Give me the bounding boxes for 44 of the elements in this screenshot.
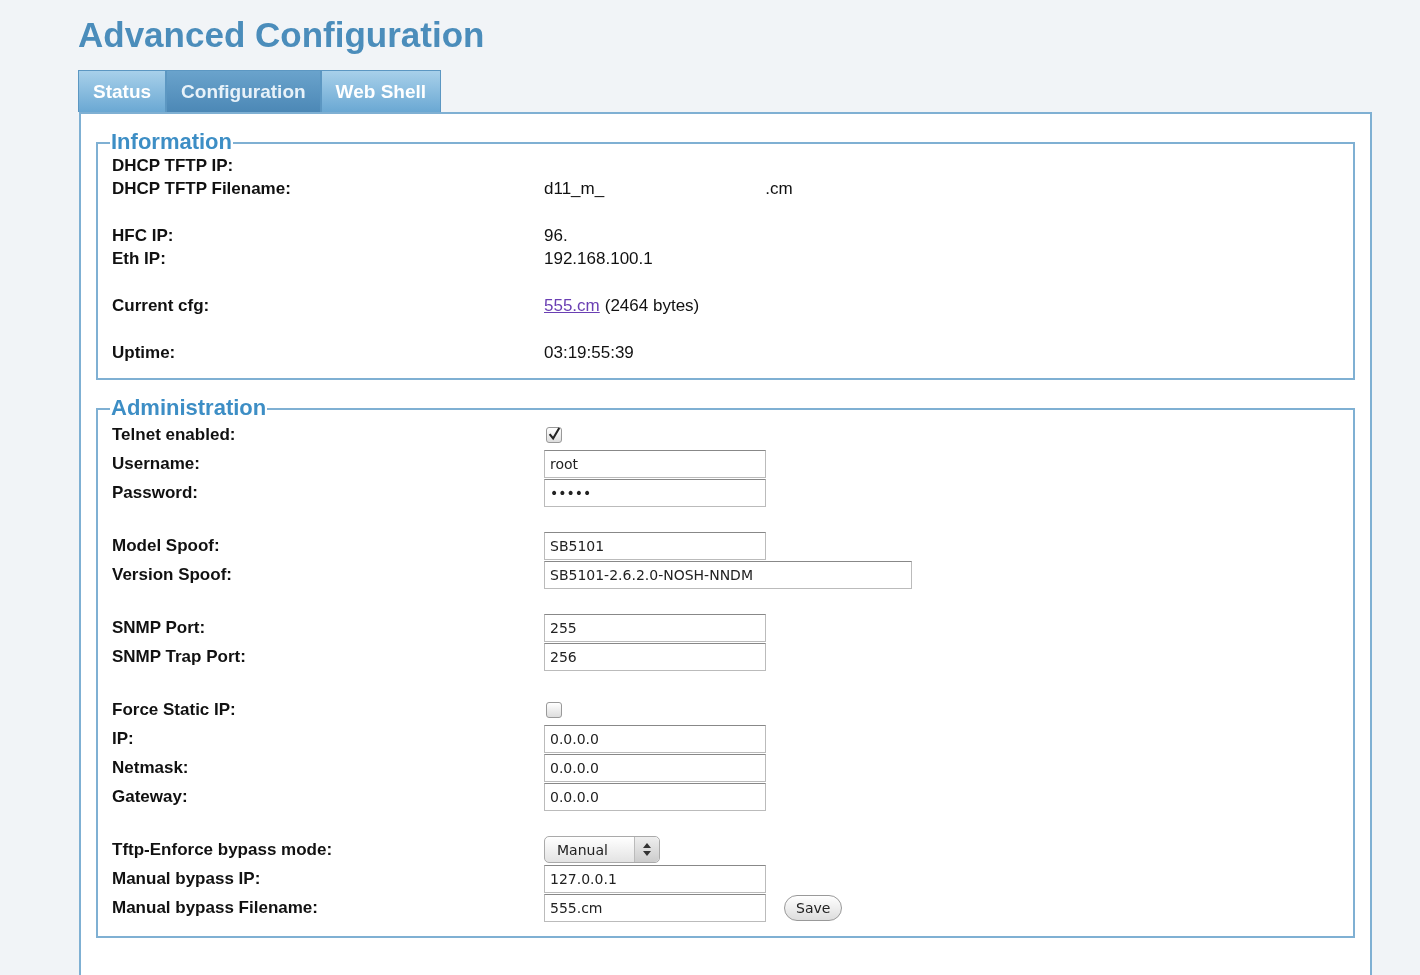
field-label: DHCP TFTP IP:: [112, 155, 235, 176]
field-label: SNMP Trap Port:: [112, 646, 247, 667]
field-label: Telnet enabled:: [112, 424, 237, 445]
input-field[interactable]: root: [544, 449, 766, 478]
page-title: Advanced Configuration: [78, 14, 486, 56]
file-link[interactable]: 555.cm: [544, 295, 600, 316]
field-label: Force Static IP:: [112, 699, 237, 720]
input-field[interactable]: SB5101-2.6.2.0-NOSH-NNDM: [544, 560, 912, 589]
field-value: 96.: [544, 225, 568, 246]
field-value: 03:19:55:39: [544, 342, 634, 363]
field-label: Manual bypass IP:: [112, 868, 262, 889]
field-label: SNMP Port:: [112, 617, 207, 638]
field-value: .cm: [765, 178, 793, 199]
field-value: 192.168.100.1: [544, 248, 653, 269]
checkbox[interactable]: [546, 426, 562, 443]
input-field[interactable]: 256: [544, 642, 766, 671]
dropdown[interactable]: Manual: [544, 836, 660, 863]
field-label: Netmask:: [112, 757, 190, 778]
field-label: Current cfg:: [112, 295, 211, 316]
field-label: Manual bypass Filename:: [112, 897, 319, 918]
input-field[interactable]: 0.0.0.0: [544, 753, 766, 782]
field-label: Eth IP:: [112, 248, 167, 269]
field-label: Password:: [112, 482, 199, 503]
field-label: Gateway:: [112, 786, 189, 807]
field-label: Tftp-Enforce bypass mode:: [112, 839, 334, 860]
input-field[interactable]: 255: [544, 613, 766, 642]
checkbox[interactable]: [546, 701, 562, 718]
input-field[interactable]: 127.0.0.1: [544, 864, 766, 893]
input-field[interactable]: 555.cm: [544, 893, 766, 922]
field-label: Version Spoof:: [112, 564, 233, 585]
field-label: Username:: [112, 453, 201, 474]
save-button[interactable]: Save: [784, 894, 843, 921]
input-field[interactable]: 0.0.0.0: [544, 724, 766, 753]
input-field[interactable]: 0.0.0.0: [544, 782, 766, 811]
stepper-icon: [643, 843, 651, 856]
field-label: DHCP TFTP Filename:: [112, 178, 292, 199]
field-value: (2464 bytes): [604, 295, 700, 316]
input-field[interactable]: SB5101: [544, 531, 766, 560]
field-label: Model Spoof:: [112, 535, 221, 556]
password-field[interactable]: •••••: [544, 478, 766, 507]
field-label: IP:: [112, 728, 135, 749]
field-label: Uptime:: [112, 342, 177, 363]
field-value: d11_m_: [544, 178, 605, 199]
field-label: HFC IP:: [112, 225, 175, 246]
